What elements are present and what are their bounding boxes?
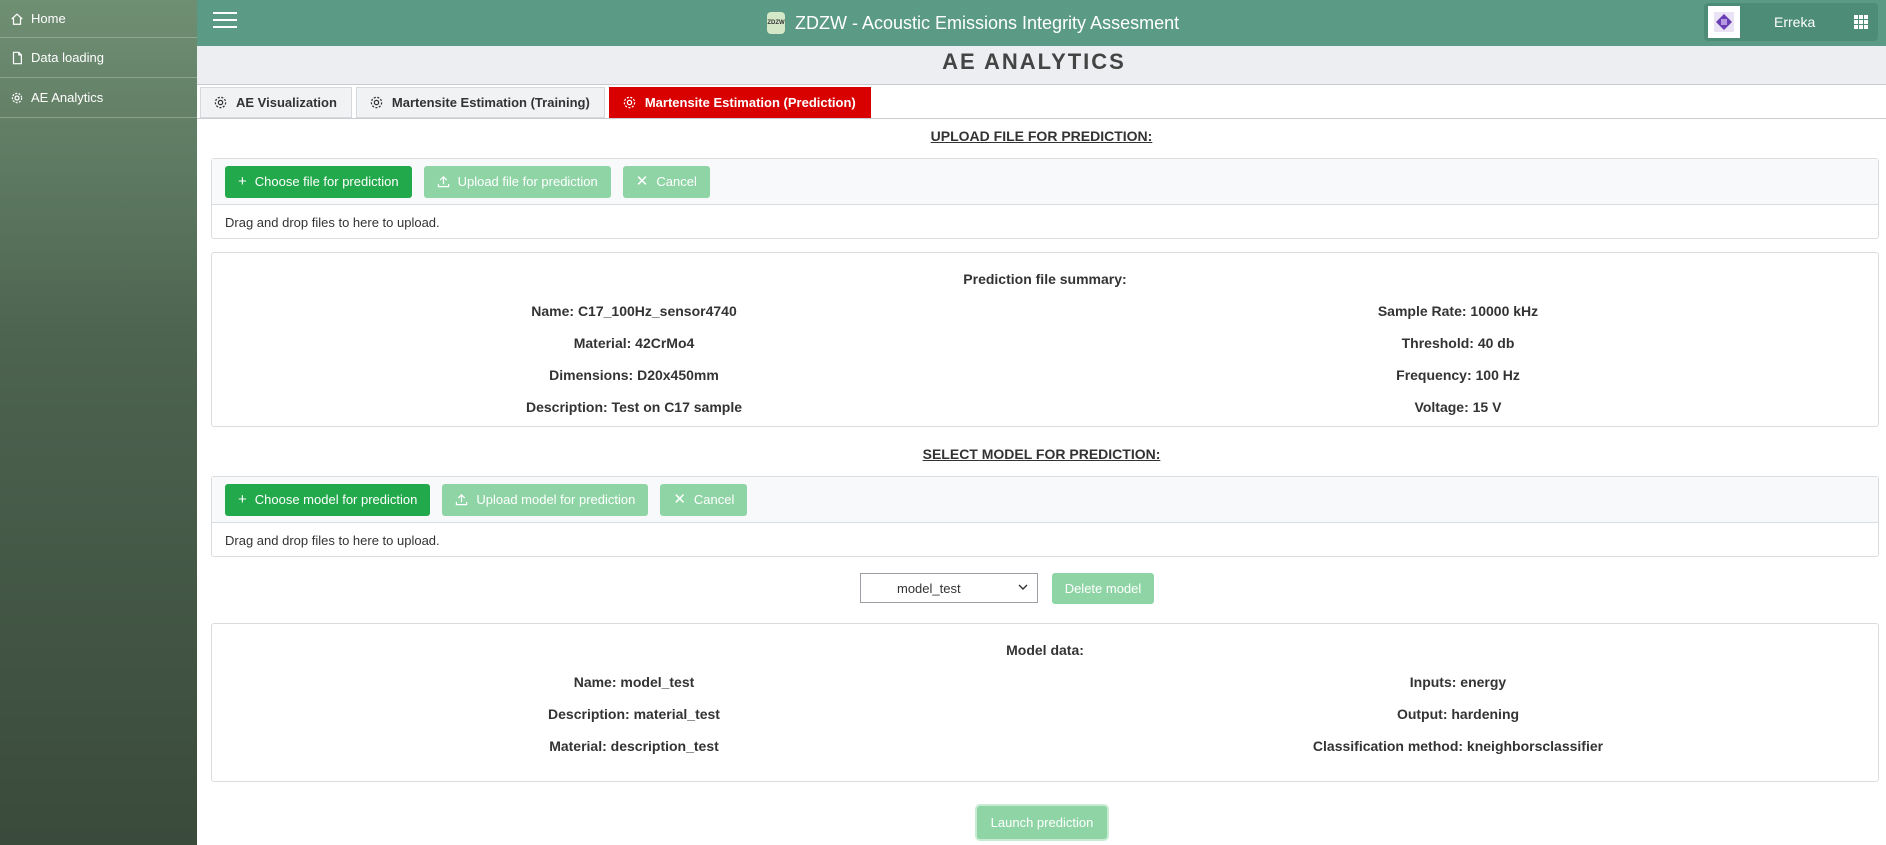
choose-file-button[interactable]: + Choose file for prediction [225, 165, 412, 198]
upload-file-button[interactable]: Upload file for prediction [423, 165, 611, 198]
button-label: Upload file for prediction [457, 174, 598, 189]
file-description: Description: Test on C17 sample [525, 399, 743, 415]
button-label: Upload model for prediction [476, 492, 636, 507]
button-label: Cancel [656, 174, 697, 189]
model-upload-panel: + Choose model for prediction Upload mod… [211, 476, 1879, 557]
model-data-title: Model data: [1006, 642, 1084, 658]
gear-icon [11, 92, 23, 103]
choose-model-button[interactable]: + Choose model for prediction [225, 483, 431, 516]
upload-model-button[interactable]: Upload model for prediction [442, 483, 649, 516]
file-icon [12, 51, 22, 64]
upload-icon [437, 176, 449, 188]
model-classification-method: Classification method: kneighborsclassif… [1312, 738, 1604, 754]
file-upload-panel: + Choose file for prediction Upload file… [211, 158, 1879, 239]
file-material: Material: 42CrMo4 [573, 335, 695, 351]
file-frequency: Frequency: 100 Hz [1396, 367, 1520, 383]
sidebar-item-label: Data loading [31, 50, 104, 65]
select-model-heading: SELECT MODEL FOR PREDICTION: [922, 446, 1161, 462]
file-summary-title: Prediction file summary: [963, 271, 1127, 287]
file-dimensions: Dimensions: D20x450mm [549, 367, 719, 383]
close-icon: ✕ [635, 173, 649, 190]
chevron-down-icon [1018, 584, 1028, 590]
upload-toolbar: + Choose file for prediction Upload file… [212, 159, 1878, 205]
sidebar-item-ae-analytics[interactable]: AE Analytics [0, 78, 197, 118]
file-name: Name: C17_100Hz_sensor4740 [531, 303, 737, 319]
button-label: Cancel [693, 492, 735, 507]
button-label: Choose file for prediction [254, 174, 399, 189]
upload-file-heading: UPLOAD FILE FOR PREDICTION: [930, 128, 1153, 144]
model-drop-zone[interactable]: Drag and drop files to here to upload. [212, 523, 1878, 558]
sidebar-item-home[interactable]: Home [0, 0, 197, 38]
model-description: Description: material_test [548, 706, 720, 722]
cancel-upload-button[interactable]: ✕ Cancel [622, 165, 710, 198]
file-drop-zone[interactable]: Drag and drop files to here to upload. [212, 205, 1878, 240]
plus-icon: + [238, 491, 247, 508]
model-data-card: Model data: Name: model_test Description… [211, 623, 1879, 782]
delete-model-button[interactable]: Delete model [1052, 573, 1154, 604]
home-icon [11, 12, 23, 25]
model-material: Material: description_test [549, 738, 719, 754]
sidebar-item-data-loading[interactable]: Data loading [0, 38, 197, 78]
sidebar-item-label: AE Analytics [31, 90, 104, 105]
launch-prediction-button[interactable]: Launch prediction [977, 806, 1107, 839]
upload-icon [456, 494, 468, 506]
plus-icon: + [238, 173, 247, 190]
model-output: Output: hardening [1396, 706, 1520, 722]
button-label: Choose model for prediction [254, 492, 418, 507]
file-voltage: Voltage: 15 V [1414, 399, 1502, 415]
model-upload-toolbar: + Choose model for prediction Upload mod… [212, 477, 1878, 523]
sidebar-item-label: Home [31, 11, 66, 26]
sidebar: Home Data loading AE Analytics [0, 0, 197, 845]
model-select[interactable]: model_test [860, 573, 1038, 603]
file-summary-card: Prediction file summary: Name: C17_100Hz… [211, 252, 1879, 427]
model-inputs: Inputs: energy [1409, 674, 1507, 690]
close-icon: ✕ [673, 491, 686, 508]
model-name: Name: model_test [573, 674, 695, 690]
file-threshold: Threshold: 40 db [1401, 335, 1515, 351]
cancel-model-button[interactable]: ✕ Cancel [660, 483, 748, 516]
model-select-value: model_test [897, 580, 961, 596]
file-sample-rate: Sample Rate: 10000 kHz [1377, 303, 1539, 319]
